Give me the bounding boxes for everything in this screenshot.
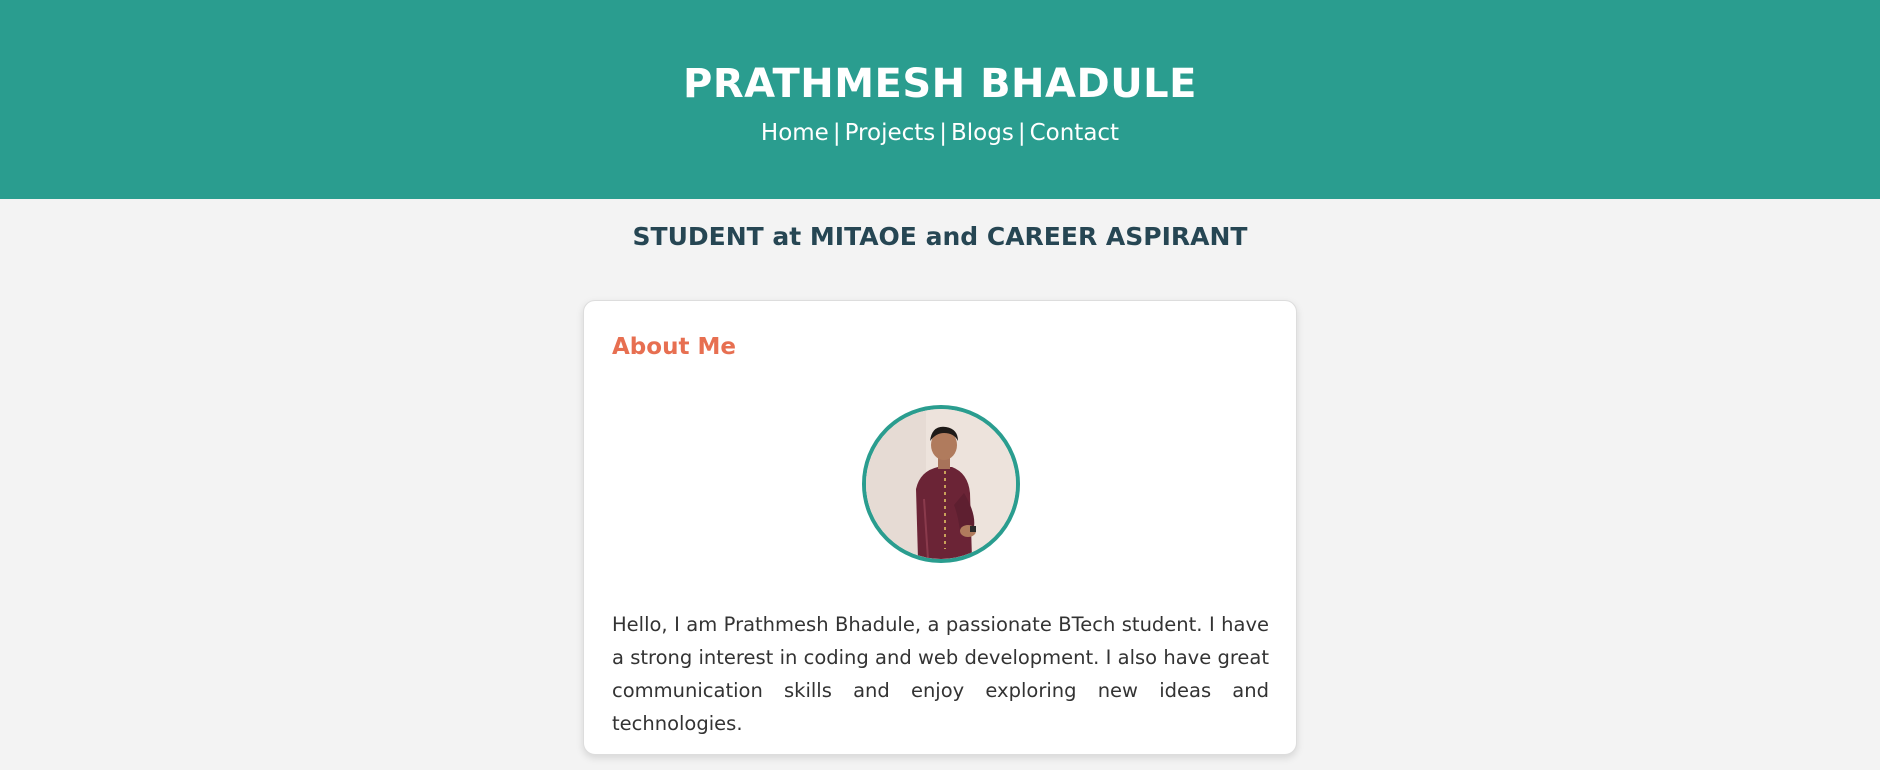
about-title: About Me: [612, 334, 736, 360]
tagline: STUDENT at MITAOE and CAREER ASPIRANT: [632, 222, 1248, 251]
nav-contact-link[interactable]: Contact: [1030, 120, 1119, 146]
nav-blogs-link[interactable]: Blogs: [951, 120, 1014, 146]
nav-projects-link[interactable]: Projects: [845, 120, 936, 146]
nav-home-link[interactable]: Home: [761, 120, 829, 146]
nav-separator: |: [832, 120, 841, 146]
person-portrait-icon: [866, 409, 1016, 559]
nav-separator: |: [939, 120, 948, 146]
nav-separator: |: [1017, 120, 1026, 146]
site-title: PRATHMESH BHADULE: [683, 61, 1197, 107]
profile-photo: [862, 405, 1020, 563]
site-header: PRATHMESH BHADULE Home | Projects | Blogs | Co…: [0, 0, 1880, 199]
about-bio-text: Hello, I am Prathmesh Bhadule, a passion…: [612, 613, 1269, 735]
main-nav: Home | Projects | Blogs | Contact: [0, 118, 1880, 148]
about-card: About Me Hello, I am Prathmesh Bhadule, …: [583, 300, 1297, 755]
